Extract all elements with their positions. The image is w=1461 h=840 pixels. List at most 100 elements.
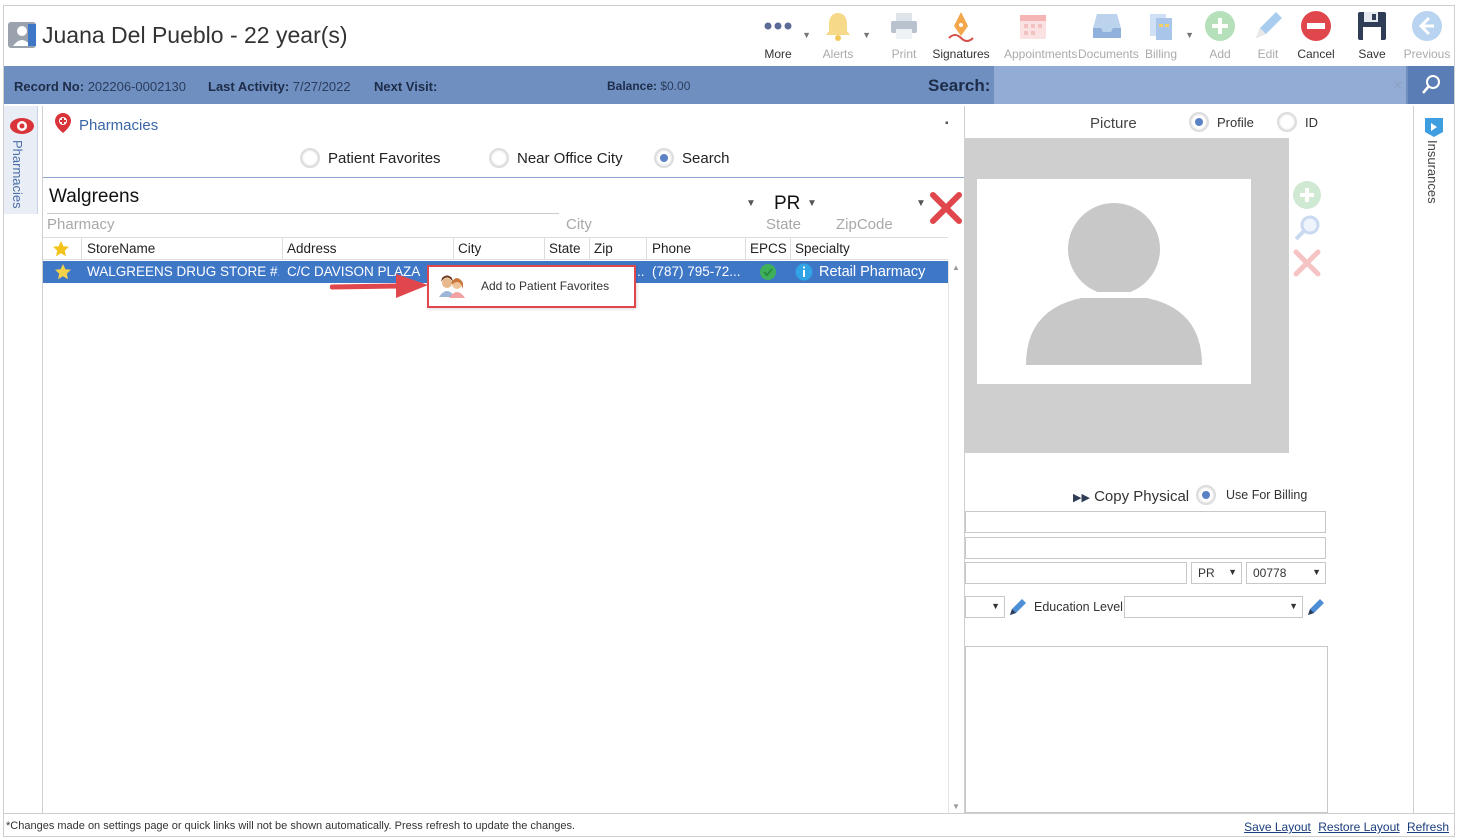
- search-icon: [1422, 75, 1440, 94]
- location-pin-icon: [55, 113, 71, 133]
- print-button[interactable]: Print: [875, 8, 933, 64]
- patient-title: Juana Del Pueblo - 22 year(s): [42, 22, 348, 48]
- cell-storename: WALGREENS DRUG STORE #...: [87, 264, 279, 279]
- cancel-label: Cancel: [1297, 47, 1335, 61]
- col-zip[interactable]: Zip: [594, 241, 613, 256]
- radio-button[interactable]: [300, 148, 320, 168]
- zip-select-right[interactable]: 00778 ▼: [1246, 562, 1326, 584]
- col-phone[interactable]: Phone: [652, 241, 691, 256]
- previous-button[interactable]: Previous: [1398, 8, 1456, 64]
- patient-photo[interactable]: [977, 179, 1251, 384]
- grid-scrollbar[interactable]: ▲ ▼: [948, 261, 964, 813]
- add-to-patient-favorites-menu-item[interactable]: Add to Patient Favorites: [481, 279, 609, 293]
- more-button[interactable]: ▼ More: [749, 8, 811, 64]
- search-label: Search:: [928, 76, 991, 95]
- pharmacy-field-label: Pharmacy: [47, 216, 115, 233]
- scroll-down-icon[interactable]: ▼: [952, 802, 960, 811]
- notes-textarea[interactable]: [965, 646, 1328, 813]
- chevron-down-icon: ▼: [991, 601, 1000, 611]
- more-label: More: [764, 47, 792, 61]
- col-city[interactable]: City: [458, 241, 481, 256]
- patient-avatar-icon: [8, 22, 36, 48]
- next-visit: Next Visit:: [374, 79, 437, 94]
- col-epcs[interactable]: EPCS: [750, 241, 787, 256]
- state-dropdown-caret[interactable]: ▼: [807, 198, 817, 209]
- insurances-side-tab[interactable]: Insurances: [1415, 106, 1453, 216]
- cell-specialty: Retail Pharmacy: [819, 264, 926, 280]
- documents-label: Documents: [1078, 47, 1139, 61]
- edit-pencil-icon[interactable]: [1008, 597, 1028, 617]
- info-icon[interactable]: [795, 263, 813, 281]
- address-line1-field[interactable]: [965, 511, 1326, 533]
- edit-pencil-icon[interactable]: [1306, 597, 1326, 617]
- radio-button[interactable]: [1189, 112, 1209, 132]
- save-label: Save: [1358, 47, 1386, 61]
- billing-button[interactable]: ▼ Billing: [1132, 8, 1194, 64]
- double-chevron-right-icon: ▶▶: [1073, 492, 1090, 504]
- radio-button[interactable]: [1277, 112, 1297, 132]
- state-select-right[interactable]: PR ▼: [1191, 562, 1242, 584]
- activity-label: Last Activity:: [208, 79, 290, 94]
- epcs-check-icon: [760, 264, 776, 280]
- bell-icon: [822, 10, 854, 42]
- use-for-billing-label: Use For Billing: [1226, 488, 1308, 502]
- radio-patient-favorites[interactable]: Patient Favorites: [300, 148, 441, 168]
- right-tab-divider: [1413, 106, 1414, 814]
- education-level-select[interactable]: ▼: [1124, 596, 1303, 618]
- radio-search[interactable]: Search: [654, 148, 730, 168]
- radio-near-office-city[interactable]: Near Office City: [489, 148, 623, 168]
- col-address[interactable]: Address: [287, 241, 337, 256]
- cell-zip: ..: [637, 264, 645, 279]
- pharmacy-search-input[interactable]: Walgreens: [47, 186, 559, 214]
- cancel-button[interactable]: Cancel: [1287, 8, 1345, 64]
- scroll-up-icon[interactable]: ▲: [952, 263, 960, 272]
- radio-button[interactable]: [1196, 485, 1216, 505]
- print-label: Print: [891, 47, 917, 61]
- person-placeholder-icon: [1026, 203, 1202, 365]
- zip-dropdown-caret[interactable]: ▼: [916, 198, 926, 209]
- col-specialty[interactable]: Specialty: [795, 241, 850, 256]
- save-button[interactable]: Save: [1343, 8, 1401, 64]
- zoom-photo-icon[interactable]: [1292, 213, 1322, 243]
- favorite-star-icon[interactable]: [54, 263, 72, 281]
- copy-physical-link[interactable]: ▶▶ Copy Physical: [1073, 488, 1189, 505]
- pharmacies-side-tab[interactable]: Pharmacies: [4, 106, 38, 214]
- city-field[interactable]: [965, 562, 1187, 584]
- last-activity: Last Activity: 7/27/2022: [208, 79, 351, 94]
- documents-button[interactable]: Documents: [1078, 8, 1139, 64]
- refresh-link[interactable]: Refresh: [1407, 820, 1449, 834]
- pharmacies-tab-label: Pharmacies: [10, 140, 25, 209]
- col-state[interactable]: State: [549, 241, 581, 256]
- radio-button[interactable]: [489, 148, 509, 168]
- clear-filters-x-icon[interactable]: [928, 190, 964, 226]
- patient-info-bar: Record No: 202206-0002130 Last Activity:…: [4, 66, 1454, 104]
- col-storename[interactable]: StoreName: [87, 241, 155, 256]
- radio-button[interactable]: [654, 148, 674, 168]
- radio-profile[interactable]: Profile: [1189, 112, 1254, 132]
- state-select[interactable]: PR: [774, 193, 800, 215]
- appointments-button[interactable]: Appointments: [1004, 8, 1077, 64]
- search-input[interactable]: [994, 66, 1406, 104]
- address-line2-field[interactable]: [965, 537, 1326, 559]
- clear-search-icon[interactable]: ✕: [1392, 77, 1404, 94]
- pin-icon[interactable]: ▪: [945, 118, 949, 129]
- section-separator: [43, 177, 965, 178]
- delete-photo-x-icon[interactable]: [1292, 248, 1322, 278]
- add-photo-plus-icon[interactable]: [1292, 180, 1322, 210]
- city-dropdown-caret[interactable]: ▼: [746, 198, 756, 209]
- search-button[interactable]: [1408, 66, 1454, 104]
- previous-label: Previous: [1403, 47, 1451, 61]
- balance-value: $0.00: [660, 79, 691, 93]
- floppy-disk-icon: [1356, 10, 1388, 42]
- restore-layout-link[interactable]: Restore Layout: [1318, 820, 1399, 834]
- use-for-billing-toggle[interactable]: Use For Billing: [1196, 485, 1307, 505]
- context-menu: Add to Patient Favorites: [427, 265, 636, 308]
- radio-id[interactable]: ID: [1277, 112, 1318, 132]
- save-layout-link[interactable]: Save Layout: [1244, 820, 1311, 834]
- alerts-button[interactable]: ▼ Alerts: [809, 8, 871, 64]
- star-icon: [53, 241, 69, 257]
- language-select[interactable]: ▼: [965, 596, 1005, 618]
- pharmacies-title: Pharmacies: [79, 117, 159, 134]
- signatures-button[interactable]: Signatures: [932, 8, 990, 64]
- billing-docs-icon: [1145, 10, 1177, 42]
